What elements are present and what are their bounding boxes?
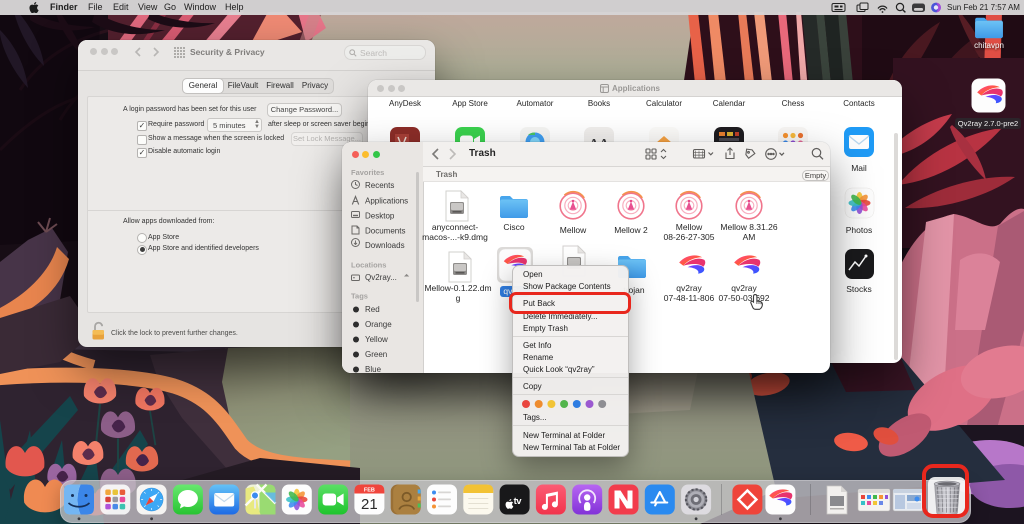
svg-text:21: 21 bbox=[361, 496, 378, 513]
svg-text:AM: AM bbox=[743, 232, 756, 242]
svg-text:Mellow: Mellow bbox=[560, 225, 587, 235]
svg-text:Stocks: Stocks bbox=[846, 284, 872, 294]
svg-text:qv2ray: qv2ray bbox=[731, 283, 757, 293]
svg-text:Mellow 2: Mellow 2 bbox=[614, 225, 648, 235]
svg-text:anyconnect-: anyconnect- bbox=[432, 222, 478, 232]
svg-text:Mellow-0.1.22.dm: Mellow-0.1.22.dm bbox=[424, 283, 491, 293]
svg-text:qv2ray: qv2ray bbox=[676, 283, 702, 293]
svg-text:tv: tv bbox=[514, 496, 523, 507]
svg-text:Mellow: Mellow bbox=[676, 222, 703, 232]
svg-text:FEB: FEB bbox=[364, 488, 375, 494]
svg-text:macos-...-k9.dmg: macos-...-k9.dmg bbox=[422, 232, 488, 242]
svg-text:Cisco: Cisco bbox=[503, 222, 525, 232]
svg-text:08-26-27-305: 08-26-27-305 bbox=[663, 232, 714, 242]
svg-text:Mellow 8.31.26: Mellow 8.31.26 bbox=[720, 222, 777, 232]
svg-text:g: g bbox=[456, 293, 461, 303]
svg-text:Mail: Mail bbox=[851, 163, 867, 173]
svg-text:Photos: Photos bbox=[846, 225, 872, 235]
svg-text:07-48-11-806: 07-48-11-806 bbox=[664, 293, 715, 303]
